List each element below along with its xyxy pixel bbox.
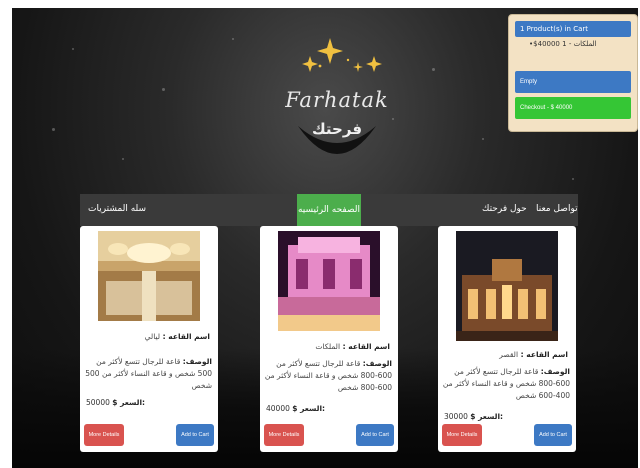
empty-cart-button[interactable]: Empty xyxy=(515,71,631,93)
nav-about-link[interactable]: حول فرحتك xyxy=(482,204,527,214)
sparkle xyxy=(122,158,124,160)
add-to-cart-button[interactable]: Add to Cart xyxy=(534,424,572,446)
hall-name: اسم القاعه : القصر xyxy=(499,350,568,359)
more-details-button[interactable]: More Details xyxy=(84,424,124,446)
hall-image xyxy=(456,231,558,341)
hall-name: اسم القاعه : ليالي xyxy=(144,332,210,341)
nav-contact-link[interactable]: تواصل معنا xyxy=(536,204,578,214)
more-details-button[interactable]: More Details xyxy=(442,424,482,446)
sparkle xyxy=(572,178,574,180)
site-logo[interactable]: Farhatak فرحتك xyxy=(282,36,392,176)
add-to-cart-button[interactable]: Add to Cart xyxy=(356,424,394,446)
nav-cart-link[interactable]: سله المشتريات xyxy=(88,204,146,214)
hall-price: 30000 $ السعر: xyxy=(444,412,504,421)
logo-title: Farhatak xyxy=(285,88,389,112)
sparkle xyxy=(232,38,234,40)
sparkle xyxy=(72,48,74,50)
sparkle xyxy=(52,128,55,131)
hall-description: الوصف: قاعة للرجال تتسع لأكثر من 600-800… xyxy=(442,367,570,400)
hall-price: 50000 $ السعر: xyxy=(86,398,146,407)
hall-price: 40000 $ السعر: xyxy=(266,404,326,413)
cart-dropdown: 1 Product(s) in Cart الملكات - 1 40000$•… xyxy=(508,14,638,132)
hall-name: اسم القاعه : الملكات xyxy=(315,342,390,351)
hall-image xyxy=(278,231,380,331)
hall-card: اسم القاعه : ليالي الوصف: قاعة للرجال تت… xyxy=(80,226,218,452)
cart-spacer xyxy=(515,51,631,69)
checkout-button[interactable]: Checkout - $ 40000 xyxy=(515,97,631,119)
sparkle xyxy=(432,68,435,71)
cart-count-header: 1 Product(s) in Cart xyxy=(515,21,631,37)
hall-description: الوصف: قاعة للرجال تتسع لأكثر من 600-800… xyxy=(264,359,392,392)
nav-home-link[interactable]: الصفحه الرئيسيه xyxy=(297,194,361,226)
hall-image xyxy=(98,231,200,321)
more-details-button[interactable]: More Details xyxy=(264,424,304,446)
sparkle xyxy=(162,88,165,91)
cart-item: الملكات - 1 40000$• xyxy=(529,40,597,48)
sparkle xyxy=(482,138,484,140)
hall-description: الوصف: قاعة للرجال تتسع لأكثر من 500 شخص… xyxy=(85,357,212,390)
hall-card: اسم القاعه : الملكات الوصف: قاعة للرجال … xyxy=(260,226,398,452)
stars-icon xyxy=(302,38,382,72)
hall-card: اسم القاعه : القصر الوصف: قاعة للرجال تت… xyxy=(438,226,576,452)
add-to-cart-button[interactable]: Add to Cart xyxy=(176,424,214,446)
logo-arabic: فرحتك xyxy=(311,120,363,138)
main-navbar: سله المشتريات الصفحه الرئيسيه حول فرحتك … xyxy=(80,194,578,226)
sparkle xyxy=(392,118,394,120)
